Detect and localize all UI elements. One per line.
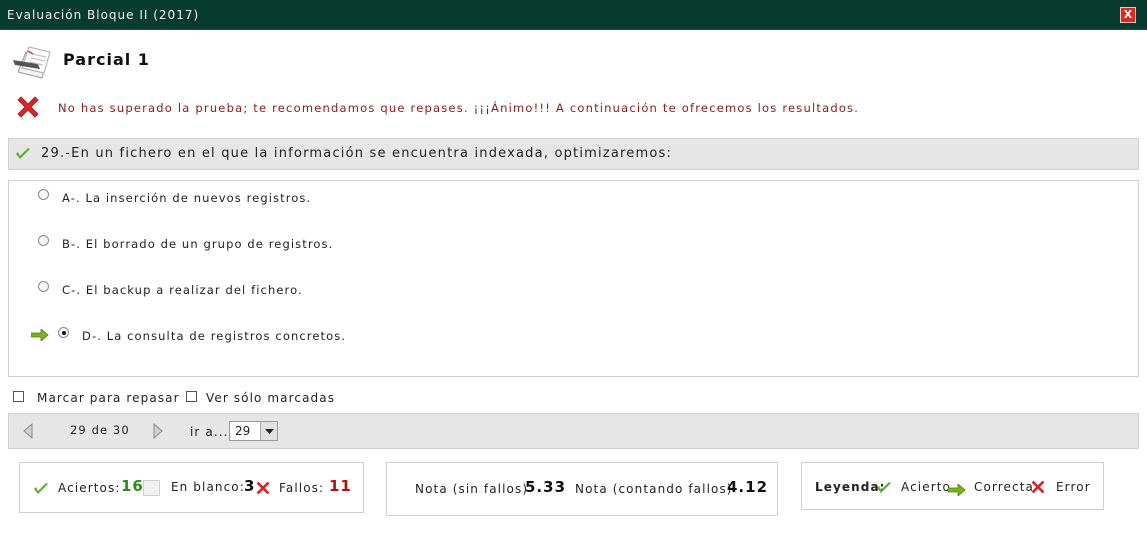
window-title: Evaluación Bloque II (2017) <box>7 8 200 22</box>
correct-count: 16 <box>121 477 144 495</box>
score-no-penalty-value: 5.33 <box>525 478 567 496</box>
option-b-radio[interactable] <box>38 235 49 246</box>
option-b-label[interactable]: B-. El borrado de un grupo de registros. <box>62 237 333 251</box>
score-no-penalty-label: Nota (sin fallos) <box>415 482 529 496</box>
option-d-radio[interactable] <box>58 327 69 338</box>
wrong-cross-icon <box>254 479 272 497</box>
blank-label: En blanco: <box>171 480 245 494</box>
score-penalty-value: 4.12 <box>727 478 769 496</box>
wrong-label: Fallos: <box>279 481 325 495</box>
correct-label: Aciertos: <box>58 481 121 495</box>
check-icon <box>15 146 31 160</box>
show-marked-checkbox[interactable] <box>186 391 197 402</box>
legend-error-label: Error <box>1056 480 1091 494</box>
mark-review-checkbox[interactable] <box>13 391 24 402</box>
result-message: No has superado la prueba; te recomendam… <box>58 101 860 115</box>
prev-arrow-icon[interactable] <box>22 422 34 440</box>
option-a-label[interactable]: A-. La inserción de nuevos registros. <box>62 191 311 205</box>
score-penalty-label: Nota (contando fallos) <box>575 482 733 496</box>
goto-label: ir a... <box>190 425 229 439</box>
legend-check-icon <box>876 480 892 494</box>
option-d-label[interactable]: D-. La consulta de registros concretos. <box>82 329 346 343</box>
legend-right-answer-label: Correcta <box>974 480 1034 494</box>
show-marked-label[interactable]: Ver sólo marcadas <box>206 391 335 405</box>
legend-correct-label: Acierto <box>901 480 951 494</box>
dropdown-arrow-icon[interactable] <box>260 422 277 440</box>
legend-cross-icon <box>1029 478 1047 496</box>
exam-papers-icon <box>12 42 56 82</box>
exam-title: Parcial 1 <box>63 50 150 69</box>
window-titlebar: Evaluación Bloque II (2017) X <box>0 0 1147 30</box>
question-text: 29.-En un fichero en el que la informaci… <box>41 146 673 161</box>
option-c-label[interactable]: C-. El backup a realizar del fichero. <box>62 283 303 297</box>
blank-box-icon <box>143 480 160 496</box>
correct-check-icon <box>33 481 49 495</box>
question-position: 29 de 30 <box>70 423 130 437</box>
wrong-count: 11 <box>329 477 352 495</box>
failed-cross-icon <box>14 93 42 121</box>
answers-panel <box>8 180 1139 377</box>
option-a-radio[interactable] <box>38 189 49 200</box>
legend-arrow-icon <box>947 481 966 497</box>
navigation-bar <box>8 413 1139 449</box>
legend-title: Leyenda: <box>815 480 886 494</box>
correct-answer-arrow-icon <box>30 326 49 342</box>
goto-select-value: 29 <box>235 424 251 438</box>
goto-select[interactable]: 29 <box>229 421 278 441</box>
mark-review-label[interactable]: Marcar para repasar <box>37 391 180 405</box>
option-c-radio[interactable] <box>38 281 49 292</box>
close-button[interactable]: X <box>1120 7 1136 23</box>
next-arrow-icon[interactable] <box>152 422 164 440</box>
